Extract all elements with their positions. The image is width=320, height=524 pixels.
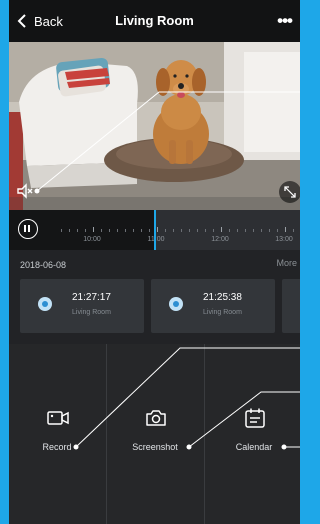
- timeline-tick: [293, 229, 294, 232]
- recording-card-partial[interactable]: [282, 279, 300, 333]
- record-button[interactable]: Record: [22, 406, 92, 456]
- timeline-label-13: 13:00: [275, 236, 293, 243]
- divider: [204, 344, 205, 524]
- recording-time: 21:25:38: [203, 292, 242, 303]
- timeline-future-segment: [154, 210, 300, 250]
- timeline-tick: [157, 227, 158, 232]
- timeline-tick: [285, 227, 286, 232]
- recordings-section: 2018-06-08 More 21:27:17 Living Room 21:…: [9, 250, 300, 344]
- fullscreen-button[interactable]: [279, 181, 300, 203]
- recording-room: Living Room: [203, 309, 242, 316]
- timeline-tick: [77, 229, 78, 232]
- speaker-muted-icon: [17, 183, 33, 199]
- more-dots-icon[interactable]: •••: [277, 12, 293, 29]
- timeline-tick: [269, 229, 270, 232]
- mute-button[interactable]: [15, 181, 35, 201]
- calendar-icon: [245, 408, 265, 428]
- screenshot-button[interactable]: Screenshot: [120, 406, 190, 456]
- pause-button[interactable]: [18, 219, 38, 239]
- timeline-tick: [85, 229, 86, 232]
- divider: [106, 344, 107, 524]
- timeline-tick: [189, 229, 190, 232]
- video-camera-icon: [47, 411, 69, 425]
- screenshot-label: Screenshot: [132, 442, 178, 452]
- more-link[interactable]: More: [276, 258, 297, 268]
- timeline-tick: [165, 229, 166, 232]
- live-video[interactable]: [9, 42, 300, 210]
- timeline-tick: [133, 229, 134, 232]
- timeline-tick: [181, 229, 182, 232]
- timeline-tick: [221, 227, 222, 232]
- timeline-tick: [93, 227, 94, 232]
- timeline-tick: [261, 229, 262, 232]
- calendar-label: Calendar: [235, 442, 273, 452]
- timeline-tick: [125, 229, 126, 232]
- timeline-tick: [205, 229, 206, 232]
- recordings-date: 2018-06-08: [20, 260, 67, 270]
- timeline-scrubber[interactable]: 10:00 11:00 12:00 13:00: [9, 210, 300, 250]
- recording-time: 21:27:17: [72, 292, 111, 303]
- timeline-tick: [109, 229, 110, 232]
- video-frame: [9, 42, 300, 210]
- action-panel: Record Screenshot Calendar: [9, 344, 300, 524]
- timeline-tick: [173, 229, 174, 232]
- timeline-tick: [213, 229, 214, 232]
- timeline-label-11: 11:00: [147, 236, 165, 243]
- recording-card[interactable]: 21:27:17 Living Room: [20, 279, 144, 333]
- camera-icon: [38, 297, 52, 311]
- camera-icon: [146, 410, 166, 426]
- camera-icon: [169, 297, 183, 311]
- timeline-tick: [277, 229, 278, 232]
- timeline-tick: [245, 229, 246, 232]
- playhead[interactable]: [154, 210, 156, 250]
- fullscreen-icon: [284, 186, 296, 198]
- record-label: Record: [42, 442, 72, 452]
- timeline-label-10: 10:00: [83, 236, 101, 243]
- timeline-tick: [229, 229, 230, 232]
- timeline-tick: [237, 229, 238, 232]
- timeline-label-12: 12:00: [211, 236, 229, 243]
- timeline-tick: [69, 229, 70, 232]
- app-screen: Back Living Room ••• 10:00 11:00 12:00 1…: [9, 0, 300, 524]
- timeline-tick: [101, 229, 102, 232]
- timeline-tick: [61, 229, 62, 232]
- recording-room: Living Room: [72, 309, 111, 316]
- timeline-tick: [117, 229, 118, 232]
- calendar-button[interactable]: Calendar: [219, 406, 289, 456]
- timeline-tick: [253, 229, 254, 232]
- timeline-tick: [141, 229, 142, 232]
- page-title: Living Room: [115, 13, 194, 28]
- timeline-tick: [197, 229, 198, 232]
- recording-card[interactable]: 21:25:38 Living Room: [151, 279, 275, 333]
- top-bar: Back Living Room •••: [9, 0, 300, 42]
- timeline-tick: [149, 229, 150, 232]
